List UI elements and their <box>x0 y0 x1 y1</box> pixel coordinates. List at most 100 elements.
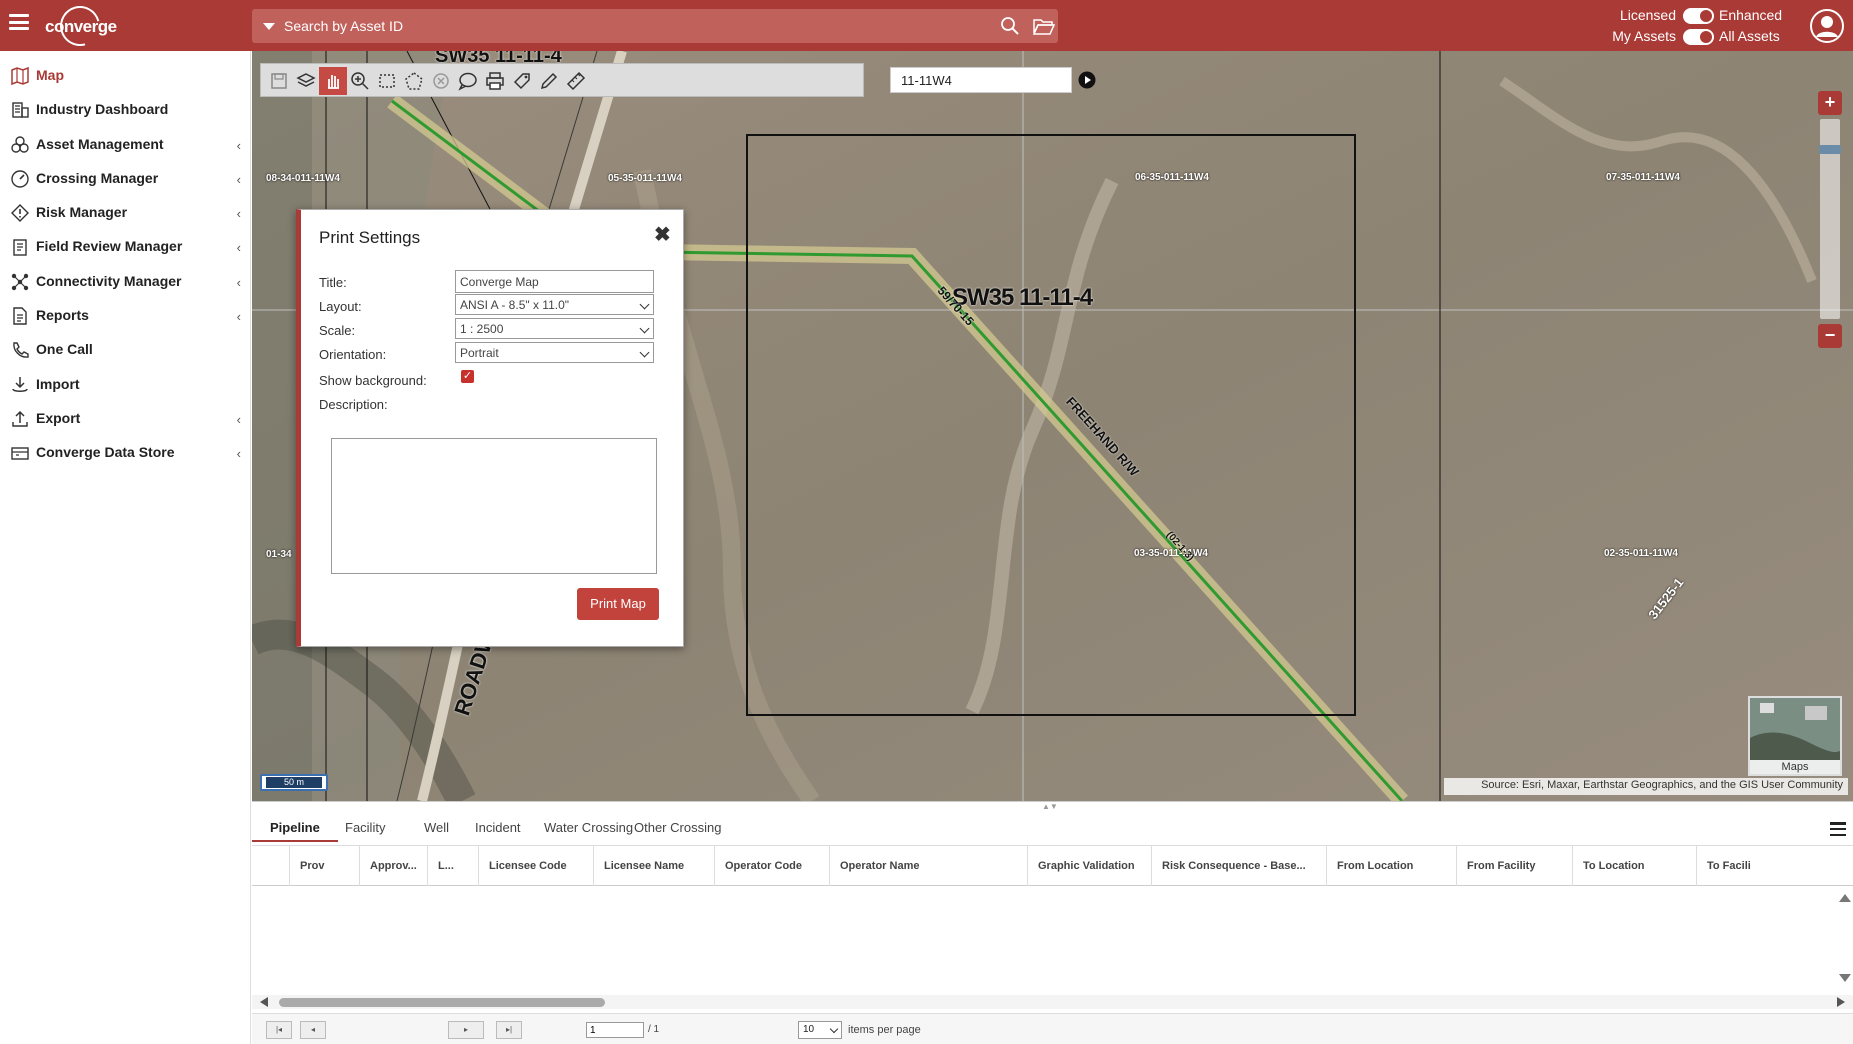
column-header[interactable]: To Facili <box>1697 846 1853 886</box>
title-field[interactable] <box>455 270 654 293</box>
sidebar-item-map[interactable]: Map <box>0 57 251 93</box>
sidebar-item-risk-manager[interactable]: Risk Manager ‹ <box>0 194 251 230</box>
description-field-label: Description: <box>319 397 388 412</box>
layers-tool[interactable] <box>292 67 320 95</box>
sidebar-nav: Map Industry Dashboard Asset Management ‹ Cr… <box>0 51 251 1044</box>
sidebar-item-label: Risk Manager <box>36 204 128 220</box>
last-page-button[interactable]: ▸| <box>496 1021 522 1039</box>
sidebar-item-converge-data-store[interactable]: Converge Data Store ‹ <box>0 434 251 470</box>
scroll-down-arrow-icon[interactable] <box>1839 974 1851 982</box>
coordinate-input[interactable]: 11-11W4 <box>890 67 1072 93</box>
pencil-icon <box>540 72 558 90</box>
user-account-icon[interactable] <box>1809 8 1845 44</box>
column-header[interactable]: Licensee Name <box>594 846 715 886</box>
page-size-select[interactable]: 10 <box>798 1021 842 1039</box>
sidebar-item-crossing-manager[interactable]: Crossing Manager ‹ <box>0 160 251 196</box>
row-select-column[interactable] <box>252 846 290 886</box>
chevron-left-icon[interactable]: ‹ <box>237 240 241 255</box>
sidebar-item-connectivity-manager[interactable]: Connectivity Manager ‹ <box>0 263 251 299</box>
scale-select[interactable]: 1 : 2500 <box>455 318 654 339</box>
chevron-left-icon[interactable]: ‹ <box>237 138 241 153</box>
layout-row: Layout: ANSI A - 8.5" x 11.0" <box>319 294 659 318</box>
chevron-left-icon[interactable]: ‹ <box>237 206 241 221</box>
scrollbar-thumb[interactable] <box>279 998 605 1007</box>
sidebar-item-export[interactable]: Export ‹ <box>0 400 251 436</box>
chevron-left-icon[interactable]: ‹ <box>237 309 241 324</box>
next-page-button[interactable]: ▸ <box>448 1021 484 1039</box>
column-header[interactable]: Operator Name <box>830 846 1028 886</box>
print-tool[interactable] <box>481 67 509 95</box>
search-placeholder[interactable]: Search by Asset ID <box>284 18 403 34</box>
map-icon <box>11 66 29 86</box>
tab-facility[interactable]: Facility <box>327 814 403 842</box>
rectangle-select-tool[interactable] <box>373 67 401 95</box>
column-header[interactable]: Risk Consequence - Base... <box>1152 846 1327 886</box>
panel-resize-handle[interactable]: ▲▼ <box>1042 802 1058 811</box>
sidebar-item-asset-management[interactable]: Asset Management ‹ <box>0 126 251 162</box>
chevron-down-icon <box>639 299 650 310</box>
map-view[interactable]: SW35 11-11-4 08-34-011-11W4 05-35-011-11… <box>252 51 1853 801</box>
sidebar-item-one-call[interactable]: One Call <box>0 331 251 367</box>
tab-other-crossing[interactable]: Other Crossing <box>616 814 739 842</box>
assets-icon <box>11 136 29 153</box>
column-header[interactable]: Prov <box>290 846 360 886</box>
sidebar-item-label: Industry Dashboard <box>36 101 169 117</box>
show-background-checkbox[interactable]: ✓ <box>461 370 474 383</box>
pan-tool[interactable] <box>319 67 347 95</box>
column-header[interactable]: From Location <box>1327 846 1457 886</box>
sidebar-item-industry-dashboard[interactable]: Industry Dashboard <box>0 91 251 127</box>
search-icon[interactable] <box>1000 16 1020 36</box>
converge-logo[interactable]: converge <box>42 0 120 54</box>
asset-search-bar[interactable]: Search by Asset ID <box>252 9 1058 43</box>
column-menu-icon[interactable] <box>1830 822 1846 836</box>
attribution-text: Source: Esri, Maxar, Earthstar Geographi… <box>1444 778 1848 795</box>
tab-pipeline[interactable]: Pipeline <box>252 814 338 842</box>
column-header[interactable]: From Facility <box>1457 846 1573 886</box>
layout-select[interactable]: ANSI A - 8.5" x 11.0" <box>455 294 654 315</box>
column-header[interactable]: To Location <box>1573 846 1697 886</box>
scroll-left-arrow-icon[interactable] <box>260 997 268 1007</box>
page-number-input[interactable] <box>586 1022 644 1038</box>
close-icon[interactable]: ✖ <box>654 222 671 247</box>
hamburger-menu-icon[interactable] <box>9 14 29 30</box>
all-assets-toggle[interactable] <box>1683 29 1714 45</box>
description-textarea[interactable] <box>331 438 657 574</box>
column-header[interactable]: Operator Code <box>715 846 830 886</box>
basemap-switcher[interactable]: Maps <box>1748 696 1842 776</box>
sidebar-item-reports[interactable]: Reports ‹ <box>0 297 251 333</box>
polygon-select-tool[interactable] <box>400 67 428 95</box>
first-page-button[interactable]: |◂ <box>266 1021 292 1039</box>
save-map-tool[interactable] <box>265 67 293 95</box>
clear-selection-tool[interactable] <box>427 67 455 95</box>
draw-tool[interactable] <box>535 67 563 95</box>
enhanced-toggle[interactable] <box>1683 8 1714 24</box>
column-header[interactable]: Graphic Validation <box>1028 846 1152 886</box>
search-dropdown-icon[interactable] <box>263 23 275 30</box>
chevron-left-icon[interactable]: ‹ <box>237 446 241 461</box>
zoom-in-button[interactable]: + <box>1818 91 1842 115</box>
dialog-title: Print Settings <box>319 228 421 247</box>
sidebar-item-import[interactable]: Import <box>0 366 251 402</box>
column-header[interactable]: L... <box>428 846 479 886</box>
zoom-slider-handle[interactable] <box>1819 145 1841 154</box>
chevron-left-icon[interactable]: ‹ <box>237 275 241 290</box>
scroll-up-arrow-icon[interactable] <box>1839 894 1851 902</box>
zoom-in-tool[interactable] <box>346 67 374 95</box>
comment-tool[interactable] <box>454 67 482 95</box>
scroll-right-arrow-icon[interactable] <box>1837 997 1845 1007</box>
print-map-button[interactable]: Print Map <box>577 588 659 620</box>
tag-tool[interactable] <box>508 67 536 95</box>
chevron-down-icon <box>639 347 650 358</box>
chevron-left-icon[interactable]: ‹ <box>237 172 241 187</box>
orientation-select[interactable]: Portrait <box>455 342 654 363</box>
zoom-out-button[interactable]: − <box>1818 324 1842 348</box>
sidebar-item-field-review-manager[interactable]: Field Review Manager ‹ <box>0 228 251 264</box>
prev-page-button[interactable]: ◂ <box>300 1021 326 1039</box>
chevron-left-icon[interactable]: ‹ <box>237 412 241 427</box>
column-header[interactable]: Approv... <box>360 846 428 886</box>
measure-tool[interactable] <box>562 67 590 95</box>
column-header[interactable]: Licensee Code <box>479 846 594 886</box>
play-icon[interactable] <box>1078 71 1096 89</box>
horizontal-scrollbar[interactable] <box>252 995 1853 1009</box>
folder-open-icon[interactable] <box>1033 17 1055 35</box>
